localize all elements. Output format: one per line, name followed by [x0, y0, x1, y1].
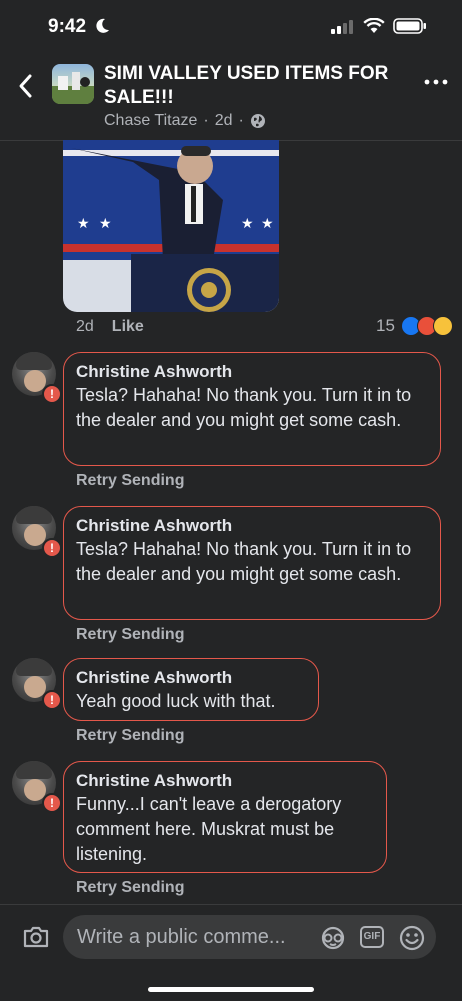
- retry-sending-button[interactable]: Retry Sending: [76, 626, 184, 644]
- comment-input[interactable]: Write a public comme... GIF: [63, 915, 436, 959]
- error-icon: !: [42, 538, 62, 558]
- reaction-count: 15: [376, 316, 395, 335]
- comment-bubble[interactable]: Christine Ashworth Yeah good luck with t…: [63, 658, 319, 721]
- comment-author[interactable]: Christine Ashworth: [76, 515, 428, 537]
- byline-separator: ·: [238, 112, 244, 129]
- status-bar: 9:42: [0, 0, 462, 54]
- comment-text: Tesla? Hahaha! No thank you. Turn it in …: [76, 385, 412, 430]
- comment-bubble[interactable]: Christine Ashworth Tesla? Hahaha! No tha…: [63, 506, 441, 620]
- post-author-name[interactable]: Chase Titaze: [104, 112, 197, 130]
- comment-bubble[interactable]: Christine Ashworth Tesla? Hahaha! No tha…: [63, 352, 441, 466]
- group-title[interactable]: SIMI VALLEY USED ITEMS FOR SALE!!!: [104, 62, 404, 110]
- byline-separator: ·: [203, 112, 209, 129]
- reaction-summary[interactable]: 15: [376, 316, 453, 336]
- like-button[interactable]: Like: [112, 318, 144, 336]
- globe-icon: [250, 114, 265, 128]
- post-timestamp: 2d: [76, 318, 94, 335]
- emoji-icon[interactable]: [399, 925, 425, 951]
- comment-text: Tesla? Hahaha! No thank you. Turn it in …: [76, 539, 412, 584]
- error-icon: !: [42, 793, 62, 813]
- post-age: 2d: [214, 112, 233, 129]
- moon-icon: [96, 18, 109, 33]
- comment-bubble[interactable]: Christine Ashworth Funny...I can't leave…: [63, 761, 387, 873]
- comment-text: Yeah good luck with that.: [76, 691, 276, 711]
- avatar-sticker-icon[interactable]: [319, 925, 347, 951]
- comment-author[interactable]: Christine Ashworth: [76, 770, 374, 792]
- retry-sending-button[interactable]: Retry Sending: [76, 879, 184, 897]
- comment-author[interactable]: Christine Ashworth: [76, 361, 428, 383]
- post-image[interactable]: ★ ★ ★ ★: [63, 140, 279, 312]
- home-indicator[interactable]: [148, 987, 314, 992]
- wow-icon: [432, 316, 453, 336]
- svg-text:★: ★: [241, 215, 254, 231]
- error-icon: !: [42, 384, 62, 404]
- cellular-signal-icon: [331, 20, 353, 34]
- comment-composer: Write a public comme... GIF: [0, 904, 462, 1001]
- more-options-icon[interactable]: [424, 72, 448, 92]
- svg-text:★: ★: [99, 215, 112, 231]
- status-time: 9:42: [48, 16, 87, 37]
- comment-author[interactable]: Christine Ashworth: [76, 667, 306, 689]
- camera-icon[interactable]: [22, 925, 50, 949]
- retry-sending-button[interactable]: Retry Sending: [76, 727, 184, 745]
- comment-input-placeholder: Write a public comme...: [77, 926, 286, 948]
- retry-sending-button[interactable]: Retry Sending: [76, 472, 184, 490]
- error-icon: !: [42, 690, 62, 710]
- post-actions: 2d Like: [76, 318, 144, 336]
- gif-button[interactable]: GIF: [360, 926, 384, 948]
- svg-text:★: ★: [261, 215, 274, 231]
- wifi-icon: [363, 18, 385, 33]
- post-byline: Chase Titaze · 2d ·: [104, 112, 266, 130]
- comment-text: Funny...I can't leave a derogatory comme…: [76, 794, 342, 864]
- svg-text:★: ★: [77, 215, 90, 231]
- group-avatar[interactable]: [52, 64, 94, 104]
- reaction-icons: [399, 316, 453, 336]
- back-arrow-icon[interactable]: [14, 72, 38, 100]
- group-post-header: SIMI VALLEY USED ITEMS FOR SALE!!! Chase…: [0, 54, 462, 141]
- battery-icon: [393, 18, 426, 34]
